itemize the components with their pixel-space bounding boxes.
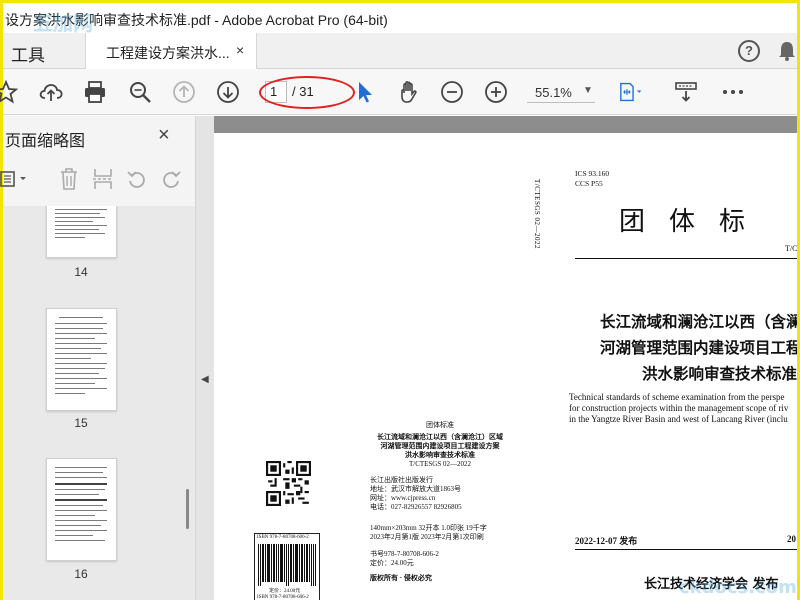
implementation-date: 20	[787, 534, 796, 544]
back-title-1: 长江流域和澜沧江以西（含澜沧江）区域	[377, 433, 503, 441]
thumbnail-page-14[interactable]	[46, 206, 117, 258]
thumbnail-label-15: 15	[74, 416, 88, 430]
tab-close-icon[interactable]: ×	[236, 42, 244, 58]
tab-bar: 工具 工程建设方案洪水... × ?	[3, 33, 797, 69]
front-title-1: 长江流域和澜沧江以西（含澜沧	[599, 313, 797, 331]
en-title-2: for construction projects within the man…	[569, 403, 789, 413]
thumbnail-label-16: 16	[74, 567, 88, 581]
print-icon[interactable]	[82, 79, 108, 105]
extract-page-icon[interactable]	[92, 167, 114, 191]
sidebar-splitter[interactable]: ◀	[196, 116, 214, 600]
back-title-3: 洪水影响审查技术标准	[405, 451, 475, 459]
thumbnail-page-15[interactable]	[46, 308, 117, 411]
select-cursor-icon[interactable]	[352, 79, 378, 105]
front-ics: ICS 93.160 CCS P55	[575, 169, 609, 189]
back-pub-4: 电话：027-82926557 82926805	[370, 503, 462, 511]
bell-icon[interactable]	[778, 40, 796, 62]
back-rights: 版权所有 · 侵权必究	[370, 574, 432, 582]
thumbnail-sidebar: 页面缩略图 × 14 15 16	[0, 116, 196, 600]
ccs-code: CCS P55	[575, 179, 603, 188]
rotate-left-icon[interactable]	[126, 169, 148, 189]
en-title-1: Technical standards of scheme examinatio…	[569, 392, 785, 402]
barcode-icon	[258, 544, 316, 586]
barcode-isbn-top: ISBN 978-7-80708-606-2	[257, 535, 309, 540]
title-bar: 设方案洪水影响审查技术标准.pdf - Adobe Acrobat Pro (6…	[3, 3, 797, 33]
barcode-isbn-bottom: ISBN 978-7-80708-606-2	[257, 595, 309, 600]
sidebar-close-icon[interactable]: ×	[158, 124, 170, 147]
pdf-page: T/CTESGS 02—2022 团体标准 长江流域和澜沧江以西（含澜沧江）区域…	[214, 133, 797, 600]
back-title-2: 河湖管理范围内建设项目工程建设方案	[380, 442, 500, 450]
ics-code: ICS 93.160	[575, 169, 610, 178]
collapse-arrow-icon[interactable]: ◀	[201, 374, 209, 385]
zoom-value: 55.1%	[535, 85, 572, 100]
qr-code-icon	[266, 461, 311, 506]
thumbnail-pane[interactable]: 14 15 16	[3, 206, 181, 600]
back-code: T/CTESGS 02—2022	[408, 460, 472, 468]
main-toolbar: 1 / 31 55.1% ▼	[0, 69, 797, 115]
thumbnail-page-16[interactable]	[46, 458, 117, 561]
front-code: T/C	[785, 244, 797, 253]
isbn-barcode: ISBN 978-7-80708-606-2 定价：24.00元 ISBN 97…	[254, 533, 320, 600]
thumbnail-options-icon[interactable]	[0, 169, 33, 189]
window-title: 设方案洪水影响审查技术标准.pdf - Adobe Acrobat Pro (6…	[5, 12, 388, 28]
front-title: 长江流域和澜沧江以西（含澜沧 河湖管理范围内建设项目工程建 洪水影响审查技术标准	[580, 309, 797, 387]
front-english-title: Technical standards of scheme examinatio…	[569, 392, 788, 425]
back-pub-1: 长江出版社出版发行	[370, 476, 433, 484]
sidebar-title: 页面缩略图	[5, 133, 86, 150]
back-pub-3: 网址：www.cjpress.cn	[370, 494, 436, 502]
zoom-select[interactable]: 55.1% ▼	[527, 81, 595, 103]
page-down-icon[interactable]	[215, 79, 241, 105]
back-cover-info: 团体标准 长江流域和澜沧江以西（含澜沧江）区域 河湖管理范围内建设项目工程建设方…	[360, 421, 520, 583]
page-up-icon[interactable]	[171, 79, 197, 105]
divider	[575, 549, 797, 550]
hand-icon[interactable]	[396, 79, 422, 105]
tab-document-label: 工程建设方案洪水...	[106, 45, 230, 61]
document-view[interactable]: T/CTESGS 02—2022 团体标准 长江流域和澜沧江以西（含澜沧江）区域…	[214, 116, 797, 600]
scroll-mode-icon[interactable]	[673, 79, 699, 105]
back-spec-2: 2023年2月第1版 2023年2月第1次印刷	[370, 533, 484, 541]
rotate-right-icon[interactable]	[160, 169, 182, 189]
more-icon[interactable]	[720, 79, 746, 105]
upload-icon[interactable]	[38, 79, 64, 105]
front-title-2: 河湖管理范围内建设项目工程建	[599, 339, 797, 357]
barcode-price: 定价：24.00元	[269, 589, 301, 594]
page-gap	[214, 116, 797, 133]
annotation-ellipse	[259, 76, 355, 109]
thumbnail-scrollbar[interactable]	[181, 206, 195, 600]
zoom-search-icon[interactable]	[127, 79, 153, 105]
publisher: 长江技术经济学会 发布	[644, 577, 779, 592]
back-pub-2: 地址：武汉市解放大道1863号	[370, 485, 461, 493]
back-price: 定价：24.00元	[370, 559, 414, 567]
issue-date: 2022-12-07 发布	[575, 536, 638, 546]
back-isbn: 书号978-7-80708-606-2	[370, 550, 439, 558]
back-spec-1: 140mm×203mm 32开本 1.0印张 19千字	[370, 524, 487, 532]
trash-icon[interactable]	[58, 167, 80, 191]
tab-document[interactable]: 工程建设方案洪水... ×	[85, 33, 257, 69]
chevron-down-icon: ▼	[583, 85, 593, 96]
back-std-label: 团体标准	[426, 421, 454, 429]
help-button[interactable]: ?	[738, 40, 760, 62]
star-icon[interactable]	[0, 79, 19, 105]
thumbnail-label-14: 14	[74, 265, 88, 279]
sidebar-toolbar	[0, 163, 195, 195]
zoom-out-icon[interactable]	[439, 79, 465, 105]
fit-page-icon[interactable]	[617, 79, 643, 105]
front-title-3: 洪水影响审查技术标准	[641, 365, 797, 383]
zoom-in-icon[interactable]	[483, 79, 509, 105]
spine-code: T/CTESGS 02—2022	[533, 179, 541, 250]
scrollbar-handle[interactable]	[186, 489, 189, 529]
en-title-3: in the Yangtze River Basin and west of L…	[569, 414, 788, 424]
divider	[575, 258, 797, 259]
tab-tools[interactable]: 工具	[11, 41, 45, 66]
standard-type-heading: 团体标	[619, 207, 770, 237]
